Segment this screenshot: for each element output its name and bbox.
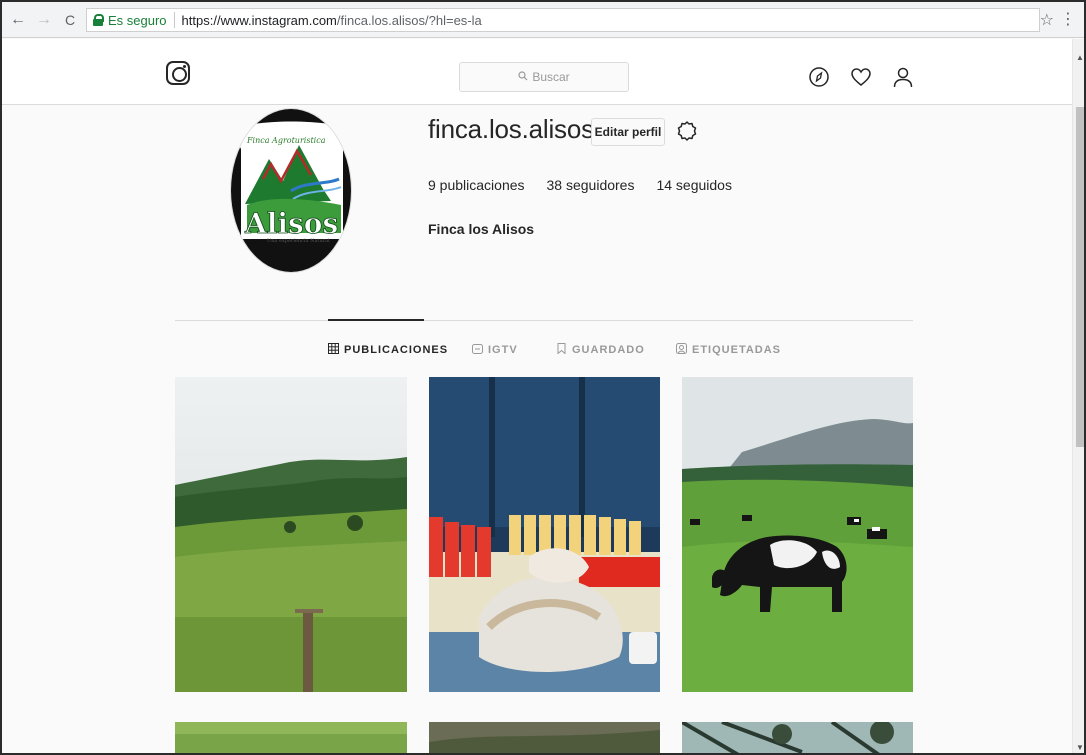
instagram-header: Buscar [2, 39, 1072, 105]
avatar-logo-main-text: Alisos [244, 207, 338, 240]
bookmark-star-icon[interactable]: ☆ [1040, 10, 1054, 30]
post-thumbnail[interactable] [429, 377, 660, 692]
tab-etiquetadas[interactable]: ETIQUETADAS [676, 343, 781, 357]
heart-icon[interactable] [850, 66, 872, 88]
followers-count[interactable]: 38 seguidores [547, 177, 635, 193]
profile-stats: 9 publicaciones 38 seguidores 14 seguido… [428, 177, 754, 193]
instagram-logo-icon[interactable] [166, 61, 190, 85]
person-icon[interactable] [892, 66, 914, 88]
url-bar[interactable]: Es seguro https://www.instagram.com/finc… [86, 8, 1040, 32]
profile-username: finca.los.alisos [428, 114, 594, 144]
tab-publicaciones[interactable]: PUBLICACIONES [328, 343, 448, 357]
grid-icon [328, 343, 339, 357]
tv-icon [472, 343, 483, 357]
tab-label: ETIQUETADAS [692, 344, 782, 356]
scroll-down-arrow-icon[interactable]: ▼ [1076, 743, 1084, 752]
tag-icon [676, 343, 687, 357]
post-thumbnail[interactable] [682, 377, 913, 692]
avatar-logo-top-text: Finca Agroturistica [246, 136, 326, 145]
search-icon [518, 70, 528, 84]
url-divider [173, 12, 175, 28]
post-thumbnail[interactable] [175, 722, 407, 753]
post-thumbnail[interactable] [682, 722, 913, 753]
tab-label: IGTV [488, 344, 518, 356]
search-placeholder: Buscar [532, 70, 570, 84]
settings-gear-icon[interactable] [676, 120, 698, 142]
back-arrow-icon[interactable]: ← [8, 10, 28, 30]
url-host: https://www.instagram.com [181, 12, 337, 28]
scroll-thumb[interactable] [1076, 107, 1084, 447]
scroll-up-arrow-icon[interactable]: ▲ [1076, 53, 1084, 62]
posts-count: 9 publicaciones [428, 177, 525, 193]
post-thumbnail[interactable] [175, 377, 407, 692]
browser-menu-icon[interactable]: ⋮ [1060, 9, 1076, 29]
avatar-logo-tagline: Una experiencia Natural [267, 238, 330, 244]
search-input[interactable]: Buscar [459, 62, 629, 92]
compass-icon[interactable] [808, 66, 830, 88]
page-scrollbar[interactable]: ▲ ▼ [1072, 39, 1084, 753]
tab-label: GUARDADO [572, 344, 645, 356]
browser-window: ← → C Es seguro https://www.instagram.co… [0, 0, 1086, 755]
forward-arrow-icon[interactable]: → [34, 10, 54, 30]
tabs-divider [175, 320, 913, 321]
tab-label: PUBLICACIONES [344, 344, 449, 356]
reload-icon[interactable]: C [60, 10, 80, 30]
bookmark-icon [556, 343, 567, 357]
tab-guardado[interactable]: GUARDADO [556, 343, 645, 357]
lock-icon [93, 14, 104, 26]
active-tab-indicator [328, 319, 424, 321]
following-count[interactable]: 14 seguidos [656, 177, 732, 193]
edit-profile-button[interactable]: Editar perfil [591, 118, 665, 146]
profile-avatar[interactable]: Alisos Finca Agroturistica Una experienc… [230, 108, 352, 273]
tab-igtv[interactable]: IGTV [472, 343, 518, 357]
secure-label: Es seguro [108, 12, 167, 28]
url-path: /finca.los.alisos/?hl=es-la [336, 12, 482, 28]
profile-full-name: Finca los Alisos [428, 221, 535, 237]
browser-toolbar: ← → C Es seguro https://www.instagram.co… [2, 2, 1084, 38]
post-thumbnail[interactable] [429, 722, 660, 753]
